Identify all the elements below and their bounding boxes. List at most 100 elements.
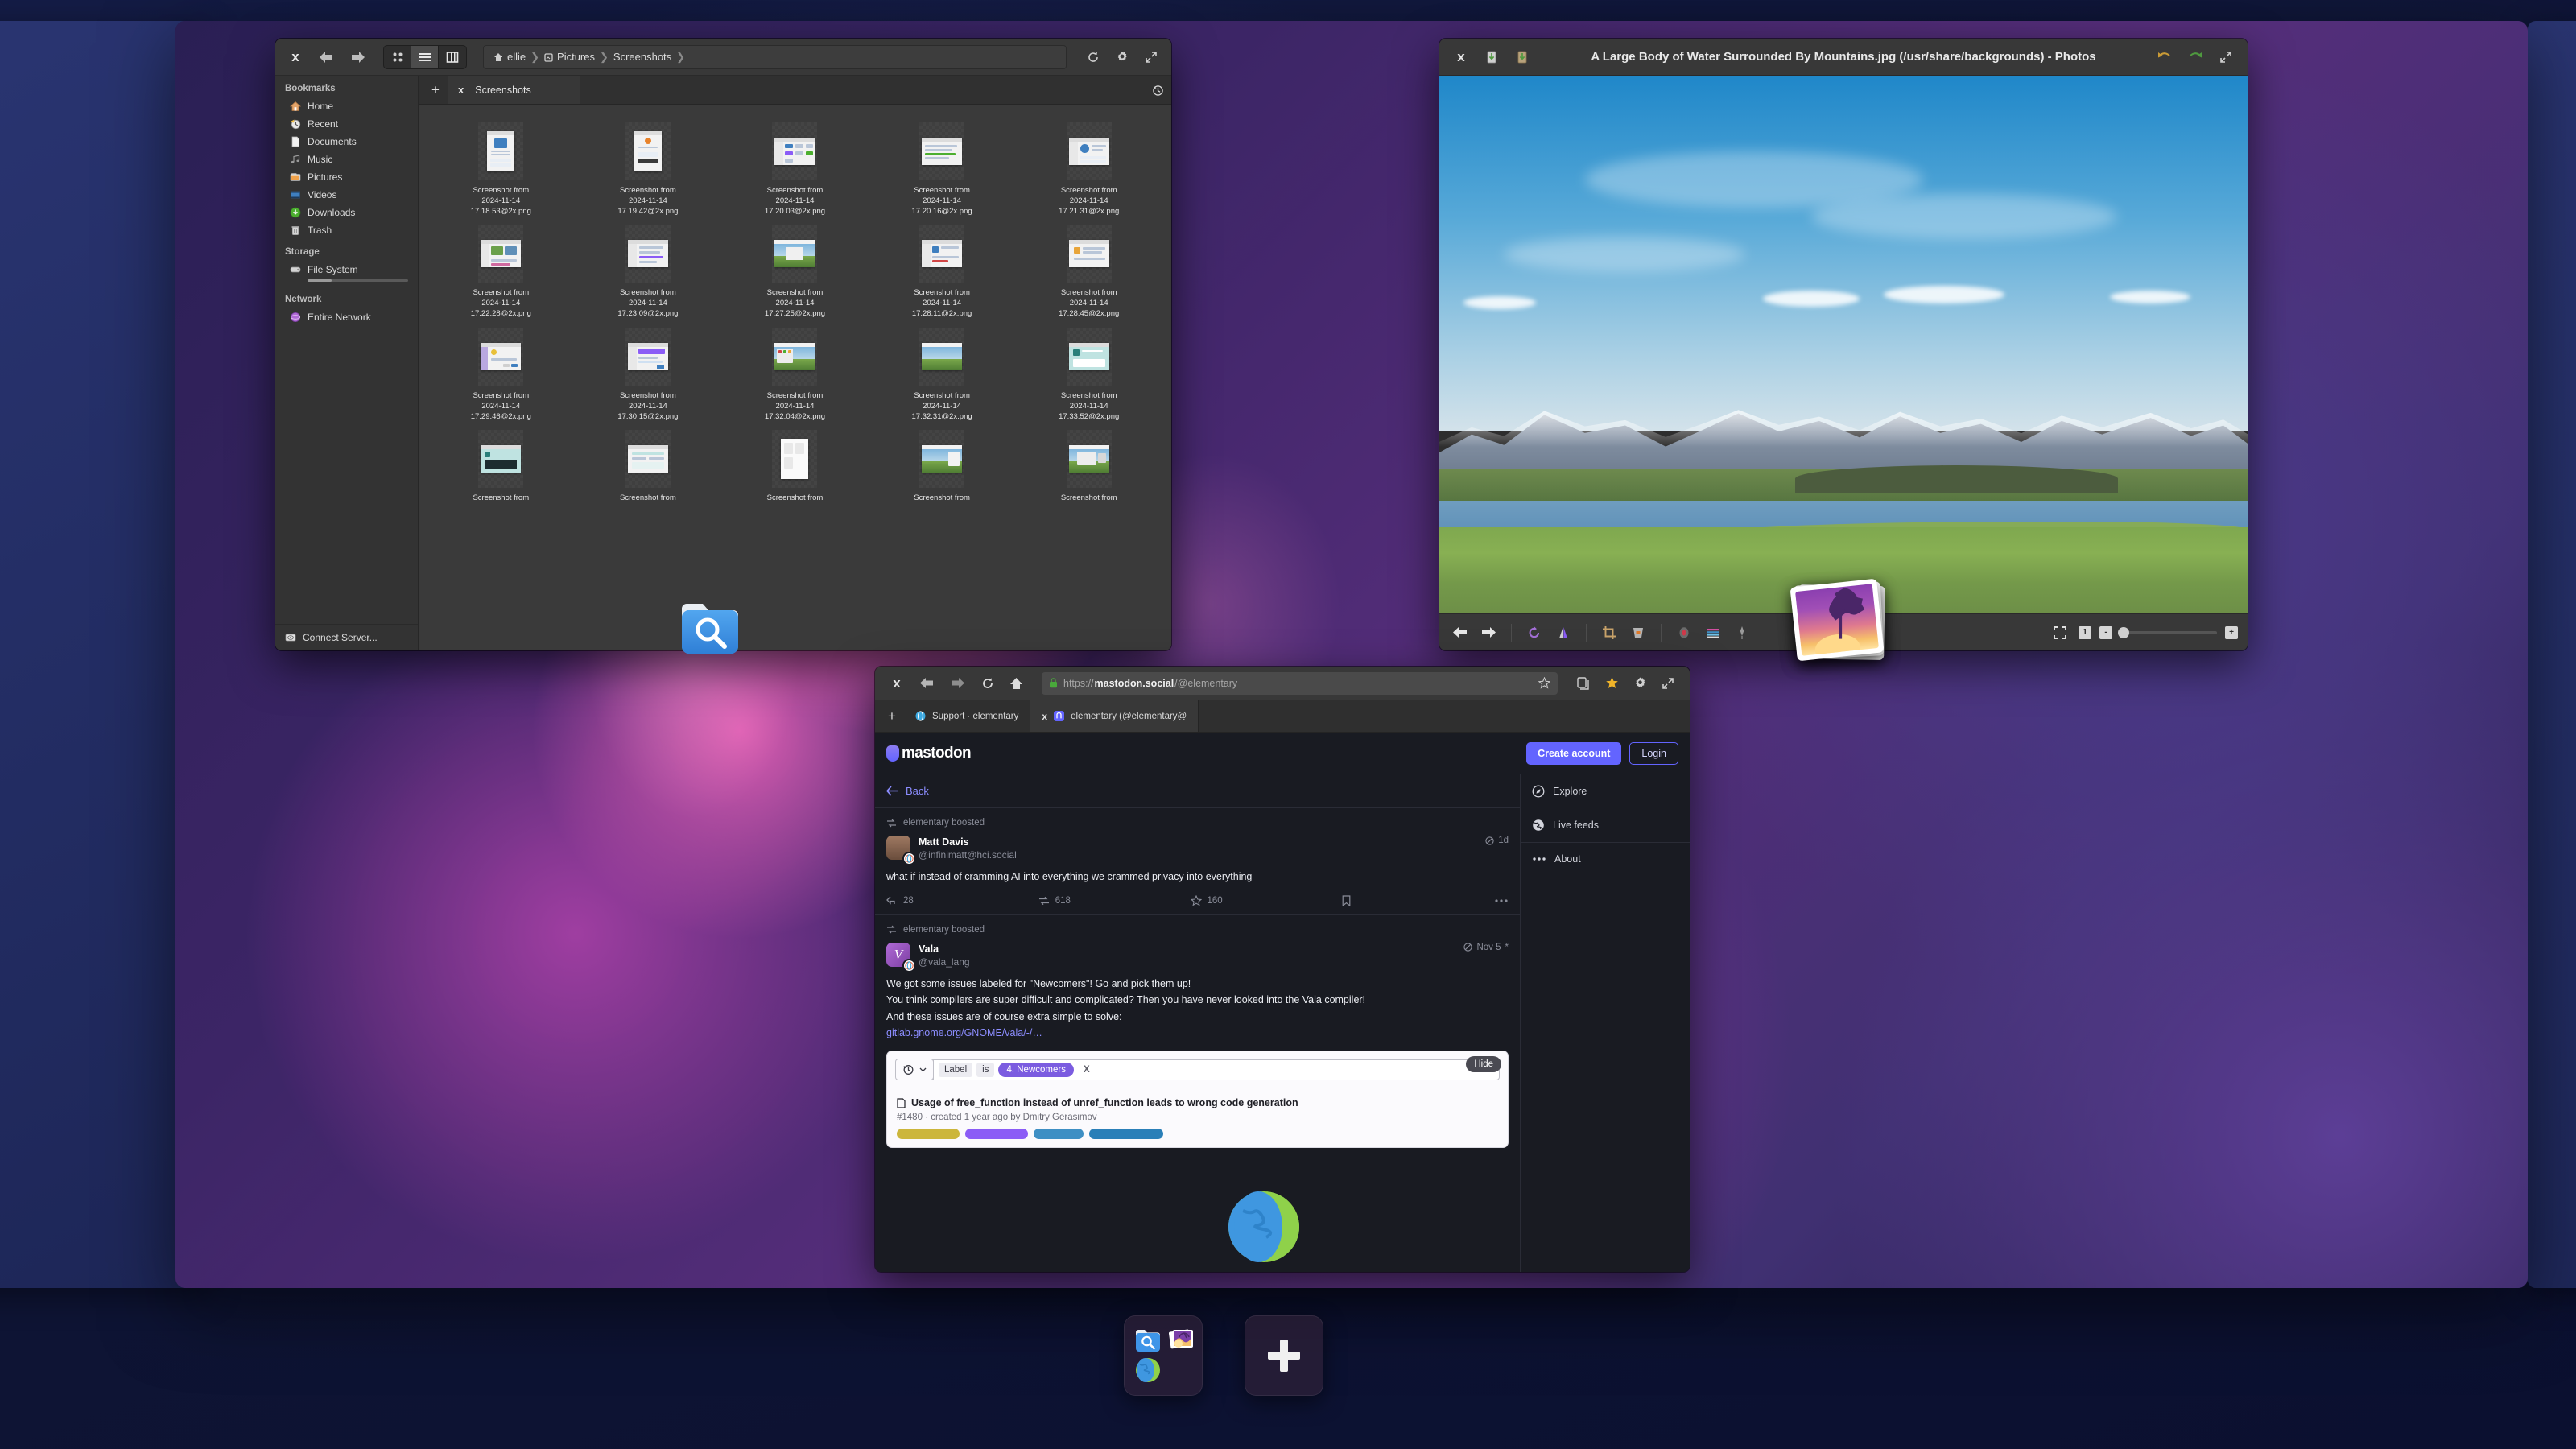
file-item[interactable]: Screenshot from [430, 425, 572, 504]
files-tab-screenshots[interactable]: x Screenshots [448, 76, 580, 104]
files-window[interactable]: x ellie ❯ Pictures ❯ Screenshots ❯ Bookm… [275, 39, 1171, 650]
reload-icon[interactable] [977, 673, 998, 694]
files-sidebar[interactable]: Bookmarks Home Recent Documents Music Pi… [275, 76, 419, 650]
photos-app-icon[interactable] [1168, 1326, 1195, 1353]
crop-icon[interactable] [1599, 622, 1620, 643]
gear-icon[interactable] [1629, 673, 1650, 694]
file-item[interactable]: Screenshot from 2024-11-14 17.22.28@2x.p… [430, 220, 572, 319]
sidebar-item-music[interactable]: Music [275, 151, 418, 168]
forward-icon[interactable] [346, 47, 370, 68]
web-app-icon-floating[interactable] [1225, 1188, 1302, 1265]
create-account-button[interactable]: Create account [1526, 741, 1622, 765]
back-button[interactable]: Back [875, 774, 1520, 808]
sidebar-item-file-system[interactable]: File System [275, 261, 418, 287]
file-item[interactable]: Screenshot from [1018, 425, 1160, 504]
file-item[interactable]: Screenshot from [577, 425, 720, 504]
browser-tab-strip[interactable]: + Support · elementary x elementary (@el… [875, 700, 1690, 733]
files-app-icon[interactable] [1134, 1326, 1162, 1353]
refresh-icon[interactable] [1083, 47, 1104, 68]
reply-button[interactable]: 28 [886, 896, 1038, 906]
web-browser-window[interactable]: x https:// mastodon.social /@elementary [875, 667, 1690, 1272]
sidebar-item-videos[interactable]: Videos [275, 186, 418, 204]
bookmark-star-icon[interactable] [1538, 677, 1550, 689]
status-vala[interactable]: elementary boosted V Vala @vala_lang Nov… [875, 915, 1520, 1156]
gitlab-issue-row[interactable]: Usage of free_function instead of unref_… [887, 1088, 1508, 1147]
issue-title-row[interactable]: Usage of free_function instead of unref_… [897, 1097, 1498, 1108]
boost-button[interactable]: 618 [1038, 896, 1191, 906]
connect-server-button[interactable]: Connect Server... [275, 624, 418, 650]
file-item[interactable]: Screenshot from 2024-11-14 17.20.03@2x.p… [724, 118, 866, 217]
file-item[interactable]: Screenshot from 2024-11-14 17.33.52@2x.p… [1018, 323, 1160, 422]
straighten-icon[interactable] [1628, 622, 1649, 643]
fit-to-page-icon[interactable] [2050, 622, 2070, 643]
sidebar-item-downloads[interactable]: Downloads [275, 204, 418, 221]
filter-key-token[interactable]: Label [939, 1062, 973, 1077]
import-icon[interactable] [1481, 47, 1502, 68]
browser-tab-mastodon[interactable]: x elementary (@elementary@ [1030, 700, 1199, 732]
sidebar-item-pictures[interactable]: Pictures [275, 168, 418, 186]
arrow-left-icon[interactable] [1449, 622, 1470, 643]
bookmark-button[interactable] [1342, 895, 1494, 906]
status-link[interactable]: gitlab.gnome.org/GNOME/vala/-/… [886, 1025, 1509, 1041]
mastodon-logo[interactable]: mastodon [886, 745, 972, 762]
sidebar-item-explore[interactable]: Explore [1521, 774, 1690, 808]
link-preview-card[interactable]: Hide Label is 4. Newcomers X Usage of fr… [886, 1051, 1509, 1149]
file-item[interactable]: Screenshot from 2024-11-14 17.32.31@2x.p… [871, 323, 1013, 422]
sidebar-item-live-feeds[interactable]: Live feeds [1521, 808, 1690, 842]
enhance-icon[interactable] [1732, 622, 1752, 643]
redo-icon[interactable] [2185, 47, 2206, 68]
filter-clear-icon[interactable]: X [1078, 1063, 1096, 1077]
maximize-icon[interactable] [1657, 673, 1678, 694]
undo-icon[interactable] [2154, 47, 2175, 68]
login-button[interactable]: Login [1629, 741, 1678, 765]
file-item[interactable]: Screenshot from 2024-11-14 17.30.15@2x.p… [577, 323, 720, 422]
file-item[interactable]: Screenshot from 2024-11-14 17.27.25@2x.p… [724, 220, 866, 319]
breadcrumb-home[interactable]: ellie [490, 51, 529, 63]
gitlab-filter-bar[interactable]: Label is 4. Newcomers X [887, 1051, 1508, 1089]
icon-view-icon[interactable] [384, 45, 411, 68]
more-button[interactable] [1494, 898, 1509, 903]
history-icon[interactable] [1144, 76, 1171, 104]
file-item[interactable]: Screenshot from 2024-11-14 17.18.53@2x.p… [430, 118, 572, 217]
close-icon[interactable]: x [886, 673, 907, 694]
path-breadcrumb-bar[interactable]: ellie ❯ Pictures ❯ Screenshots ❯ [483, 44, 1067, 69]
list-view-icon[interactable] [411, 45, 439, 68]
file-item[interactable]: Screenshot from 2024-11-14 17.23.09@2x.p… [577, 220, 720, 319]
file-item[interactable]: Screenshot from 2024-11-14 17.20.16@2x.p… [871, 118, 1013, 217]
file-item[interactable]: Screenshot from 2024-11-14 17.21.31@2x.p… [1018, 118, 1160, 217]
new-tab-button[interactable]: + [880, 700, 904, 732]
close-icon[interactable]: x [1451, 47, 1472, 68]
browser-tab-support[interactable]: Support · elementary [904, 700, 1030, 732]
export-icon[interactable] [1512, 47, 1533, 68]
sidebar-item-home[interactable]: Home [275, 97, 418, 115]
rotate-icon[interactable] [1524, 622, 1545, 643]
recent-searches-dropdown[interactable] [895, 1059, 934, 1081]
mastodon-feed-column[interactable]: Back elementary boosted Matt Davis @infi… [875, 774, 1521, 1272]
add-workspace-button[interactable] [1245, 1315, 1323, 1396]
zoom-in-button[interactable]: + [2225, 625, 2238, 639]
breadcrumb-screenshots[interactable]: Screenshots [610, 51, 675, 63]
files-app-icon-floating[interactable] [679, 594, 741, 657]
sidebar-item-entire-network[interactable]: Entire Network [275, 308, 418, 326]
new-tab-button[interactable]: + [423, 76, 448, 104]
flip-icon[interactable] [1553, 622, 1574, 643]
photos-window[interactable]: x A Large Body of Water Surrounded By Mo… [1439, 39, 2248, 650]
red-eye-icon[interactable] [1674, 622, 1695, 643]
status-matt-davis[interactable]: elementary boosted Matt Davis @infinimat… [875, 808, 1520, 915]
photos-app-thumbnail[interactable] [1790, 578, 1885, 662]
gear-icon[interactable] [1112, 47, 1133, 68]
favourite-button[interactable]: 160 [1190, 895, 1343, 906]
avatar[interactable] [886, 836, 916, 865]
arrow-right-icon[interactable] [1478, 622, 1499, 643]
file-item[interactable]: Screenshot from 2024-11-14 17.28.45@2x.p… [1018, 220, 1160, 319]
view-mode-switcher[interactable] [383, 44, 467, 69]
workspace-switcher-dock[interactable] [1124, 1315, 1323, 1396]
column-view-icon[interactable] [439, 46, 466, 68]
close-icon[interactable]: x [1042, 711, 1047, 722]
sidebar-item-recent[interactable]: Recent [275, 115, 418, 133]
photo-canvas[interactable] [1439, 76, 2248, 613]
zoom-slider[interactable] [2118, 626, 2217, 638]
maximize-icon[interactable] [1141, 47, 1162, 68]
workspace-thumbnail-current[interactable] [1124, 1315, 1203, 1396]
close-icon[interactable]: x [285, 47, 306, 68]
